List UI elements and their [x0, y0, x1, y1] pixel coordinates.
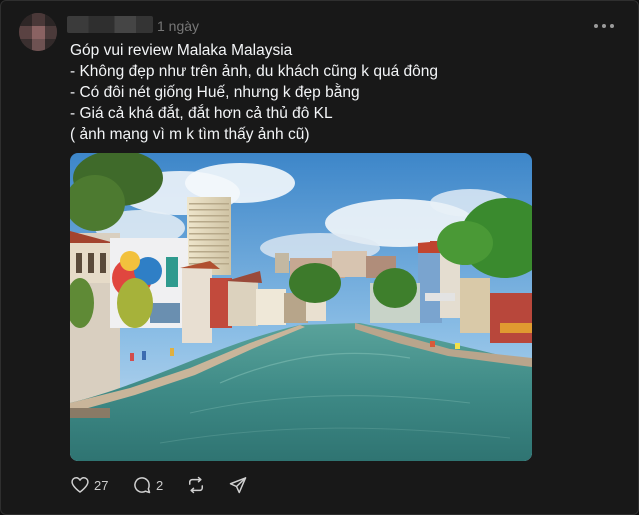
reply-button[interactable]: 2 [132, 474, 186, 496]
more-options-icon[interactable] [592, 17, 616, 35]
post-actions: 27 2 [70, 474, 248, 496]
repost-button[interactable] [186, 474, 228, 496]
repost-icon [189, 476, 203, 494]
post-text-line: ( ảnh mạng vì m k tìm thấy ảnh cũ) [70, 126, 310, 143]
post-timestamp: 1 ngày [157, 18, 200, 34]
like-button[interactable]: 27 [70, 474, 132, 496]
comment-icon [134, 477, 151, 494]
share-button[interactable] [228, 474, 248, 496]
post-text-line: - Giá cả khá đắt, đắt hơn cả thủ đô KL [70, 105, 333, 122]
post-text-line: - Không đẹp như trên ảnh, du khách cũng … [70, 63, 439, 80]
reply-count: 2 [156, 477, 164, 493]
like-count: 27 [94, 477, 109, 493]
post-text: Góp vui review Malaka Malaysia - Không đ… [70, 40, 610, 145]
avatar[interactable] [19, 13, 57, 51]
post-text-line: Góp vui review Malaka Malaysia [70, 42, 293, 59]
post-text-line: - Có đôi nét giống Huế, nhưng k đẹp bằng [70, 84, 360, 101]
send-icon [229, 477, 247, 494]
thread-post: 1 ngày Góp vui review Malaka Malaysia - … [0, 0, 639, 515]
heart-icon [71, 477, 89, 493]
post-image[interactable] [70, 153, 532, 461]
username-redacted[interactable] [67, 16, 153, 33]
